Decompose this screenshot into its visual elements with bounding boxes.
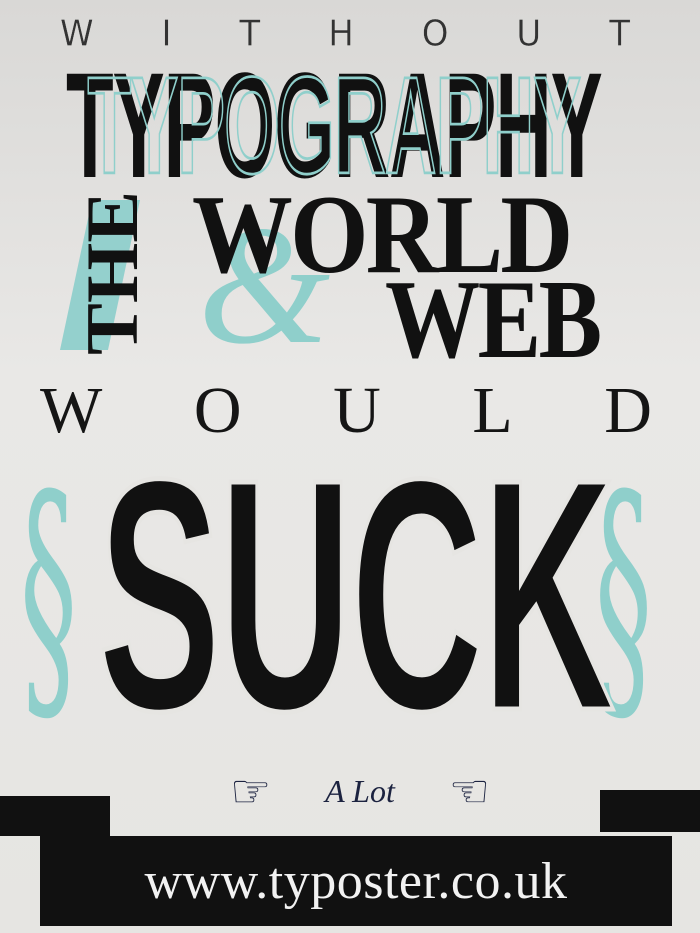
suck-inline-stripe: SUCK (97, 410, 617, 779)
black-bar-right (600, 790, 700, 832)
pointing-hand-right-icon: ☞ (230, 764, 272, 818)
black-bar-left (0, 796, 110, 836)
the-vertical-text: THE (72, 190, 154, 355)
url-banner: www.typoster.co.uk (40, 836, 672, 926)
pointing-hand-left-icon: ☜ (448, 764, 490, 818)
tagline: A Lot (325, 772, 395, 809)
url-text: www.typoster.co.uk (144, 852, 568, 910)
letter: W (40, 374, 103, 447)
suck-heading: SUCK SUCK (97, 410, 617, 779)
tagline-row: ☞ A Lot ☜ (230, 768, 490, 814)
web-text: WEB (385, 258, 602, 382)
scroll-ornament-icon: § (20, 436, 77, 758)
letter: T (609, 13, 630, 55)
